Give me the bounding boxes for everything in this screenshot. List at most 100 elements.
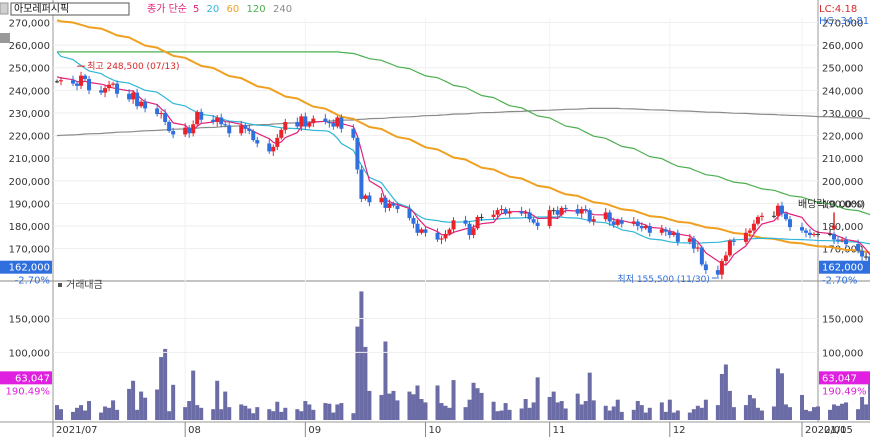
candle-body bbox=[131, 92, 136, 100]
x-axis-label-last: 01/05 bbox=[824, 425, 853, 436]
price-tick-right: 180,000 bbox=[822, 222, 863, 233]
candle-body bbox=[519, 211, 524, 214]
low-annotation: 최저 155,500 (11/30) bbox=[617, 274, 709, 285]
volume-bar bbox=[563, 408, 568, 420]
volume-bar bbox=[223, 391, 228, 420]
candle-body bbox=[607, 212, 612, 222]
high-annotation: 최고 248,500 (07/13) bbox=[87, 61, 179, 72]
candle-body bbox=[195, 111, 200, 125]
volume-bar bbox=[723, 364, 728, 420]
candle-body bbox=[463, 220, 468, 224]
candle-body bbox=[167, 122, 172, 132]
volume-bar bbox=[759, 410, 764, 420]
volume-tick-right: 100,000 bbox=[822, 348, 863, 359]
candle-body bbox=[499, 209, 504, 211]
candle-body bbox=[359, 169, 364, 199]
volume-bar bbox=[535, 377, 540, 420]
candle-body bbox=[527, 212, 532, 220]
candle-body bbox=[611, 221, 616, 225]
lc-label: LC:4.18 bbox=[819, 4, 857, 15]
candle-body bbox=[475, 216, 480, 229]
volume-bar bbox=[295, 409, 300, 420]
volume-bar bbox=[727, 390, 732, 420]
volume-bar bbox=[187, 401, 192, 420]
volume-bar bbox=[751, 398, 756, 420]
menu-icon[interactable] bbox=[0, 2, 9, 15]
volume-bar bbox=[271, 411, 276, 420]
volume-bar bbox=[639, 405, 644, 420]
volume-bar bbox=[71, 411, 76, 420]
volume-bar bbox=[779, 373, 784, 420]
candle-body bbox=[307, 123, 312, 127]
x-axis-label: 11 bbox=[553, 425, 566, 436]
candle-body bbox=[771, 215, 776, 217]
price-tick-right: 240,000 bbox=[822, 86, 863, 97]
candle-body bbox=[135, 92, 140, 107]
candle-body bbox=[391, 203, 396, 206]
candle-body bbox=[535, 222, 540, 226]
volume-bar bbox=[507, 409, 512, 420]
volume-bar bbox=[551, 391, 556, 420]
stock-chart[interactable]: 270,000 270,000260,000 260,000250,000 250,0… bbox=[0, 0, 870, 437]
candle-body bbox=[747, 230, 752, 233]
volume-bar bbox=[531, 402, 536, 420]
volume-bar bbox=[439, 403, 444, 420]
volume-bar bbox=[787, 407, 792, 420]
candle-body bbox=[759, 215, 764, 217]
volume-bar bbox=[555, 402, 560, 420]
volume-bar bbox=[611, 406, 616, 420]
candle-body bbox=[171, 131, 176, 135]
candle-body bbox=[395, 205, 400, 210]
candle-body bbox=[547, 210, 552, 226]
candle-body bbox=[583, 209, 588, 211]
grid-handle-icon[interactable] bbox=[0, 33, 10, 43]
volume-tick-left: 100,000 bbox=[9, 348, 50, 359]
candle-body bbox=[663, 229, 668, 232]
volume-bar bbox=[547, 396, 552, 420]
volume-bar bbox=[163, 348, 168, 420]
candle-body bbox=[659, 229, 664, 233]
candle-body bbox=[159, 112, 164, 115]
legend-prefix: 종가 단순 bbox=[147, 3, 187, 15]
candle-body bbox=[615, 220, 620, 225]
candle-body bbox=[83, 75, 88, 80]
candle-body bbox=[635, 221, 640, 226]
candle-body bbox=[479, 216, 484, 218]
candle-body bbox=[587, 210, 592, 222]
candle-body bbox=[407, 209, 412, 219]
volume-bar bbox=[755, 407, 760, 420]
volume-bar bbox=[227, 407, 232, 420]
candle-body bbox=[816, 233, 821, 235]
volume-bar bbox=[351, 413, 356, 420]
candle-body bbox=[243, 125, 248, 129]
volume-bar bbox=[603, 405, 608, 420]
price-tick-left: 170,000 bbox=[9, 245, 50, 256]
current-price-left: 162,000 bbox=[9, 263, 50, 274]
volume-bar bbox=[111, 400, 116, 420]
x-axis-label: 12 bbox=[673, 425, 686, 436]
candle-body bbox=[155, 108, 160, 115]
volume-bar bbox=[743, 405, 748, 420]
volume-bar bbox=[491, 401, 496, 420]
chart-window: 270,000 270,000 260,000 260,000 250,000 250,0… bbox=[0, 0, 870, 437]
price-tick-left: 220,000 bbox=[9, 132, 50, 143]
candle-body bbox=[107, 84, 112, 89]
volume-bar bbox=[715, 405, 720, 420]
volume-bar bbox=[607, 410, 612, 420]
price-tick-left: 210,000 bbox=[9, 154, 50, 165]
x-axis-label: 08 bbox=[188, 425, 201, 436]
candle-body bbox=[787, 219, 792, 228]
candle-body bbox=[723, 255, 728, 262]
candle-body bbox=[856, 244, 861, 251]
volume-bar bbox=[615, 399, 620, 420]
candle-body bbox=[327, 122, 332, 124]
candle-body bbox=[779, 205, 784, 214]
volume-bar bbox=[864, 404, 869, 420]
candle-body bbox=[199, 111, 204, 120]
candle-body bbox=[799, 227, 804, 231]
price-tick-right: 250,000 bbox=[822, 64, 863, 75]
volume-bar bbox=[279, 411, 284, 420]
candle-body bbox=[507, 211, 512, 214]
volume-bar bbox=[479, 392, 484, 420]
volume-bar bbox=[251, 413, 256, 420]
